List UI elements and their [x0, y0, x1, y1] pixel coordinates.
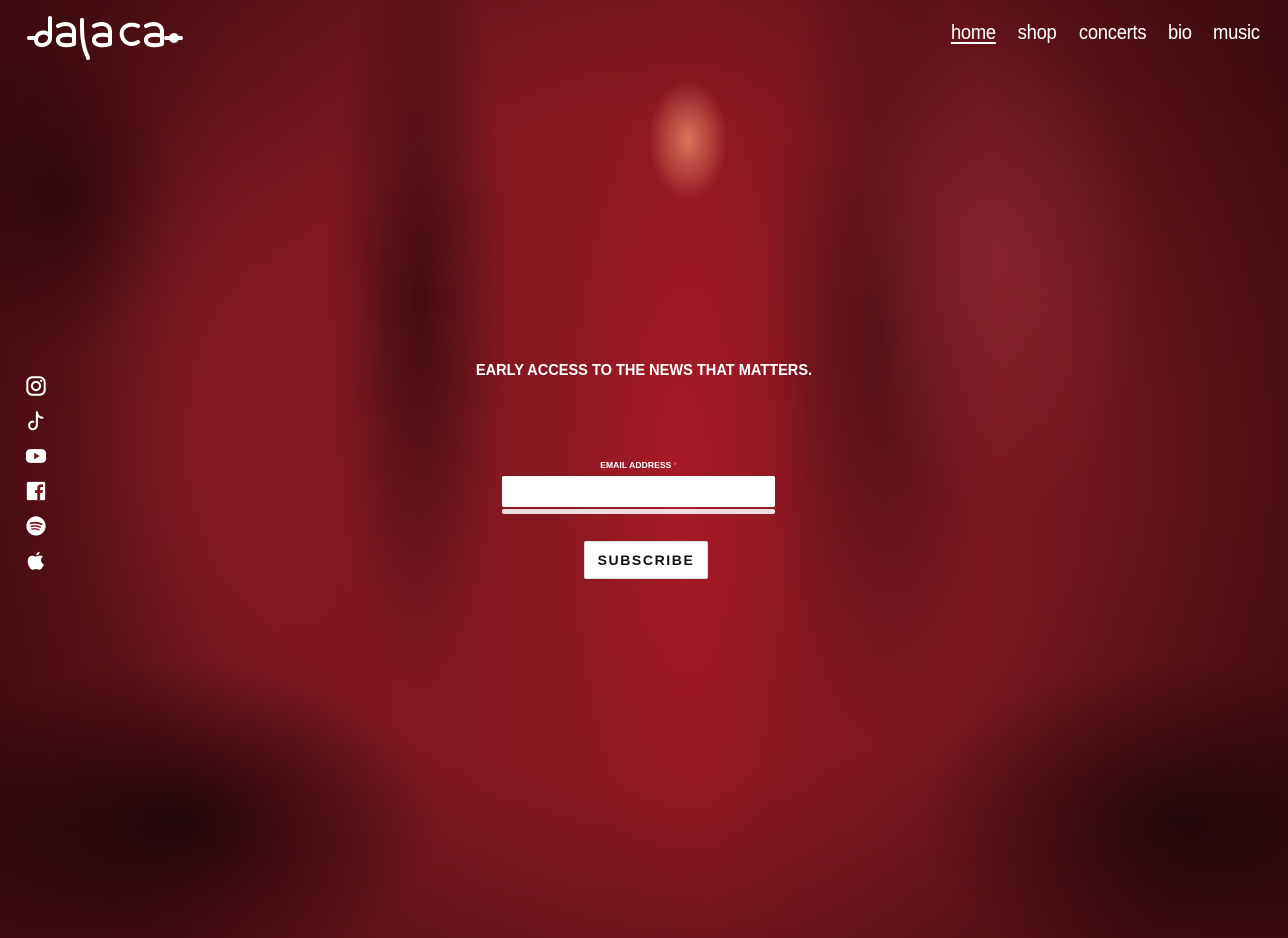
main-nav: home shop concerts bio music	[949, 22, 1262, 45]
nav-home[interactable]: home	[951, 22, 996, 45]
tiktok-icon[interactable]	[25, 410, 47, 432]
email-input-underline	[502, 509, 775, 514]
youtube-icon[interactable]	[25, 445, 47, 467]
required-marker: *	[673, 460, 677, 470]
email-label-text: EMAIL ADDRESS	[600, 460, 672, 470]
page: home shop concerts bio music EARLY ACCES…	[0, 0, 1288, 938]
subscribe-button[interactable]: SUBSCRIBE	[584, 541, 708, 579]
email-label: EMAIL ADDRESS *	[502, 460, 775, 470]
nav-bio[interactable]: bio	[1169, 22, 1193, 45]
apple-icon[interactable]	[25, 550, 47, 572]
nav-shop[interactable]: shop	[1018, 22, 1057, 45]
spotify-icon[interactable]	[25, 515, 47, 537]
nav-music[interactable]: music	[1213, 22, 1260, 45]
signup-form: EMAIL ADDRESS *	[502, 460, 775, 514]
facebook-icon[interactable]	[25, 480, 47, 502]
email-input[interactable]	[502, 476, 775, 507]
signup-headline: EARLY ACCESS TO THE NEWS THAT MATTERS.	[475, 362, 813, 379]
nav-concerts[interactable]: concerts	[1079, 22, 1147, 45]
social-links	[25, 375, 47, 572]
